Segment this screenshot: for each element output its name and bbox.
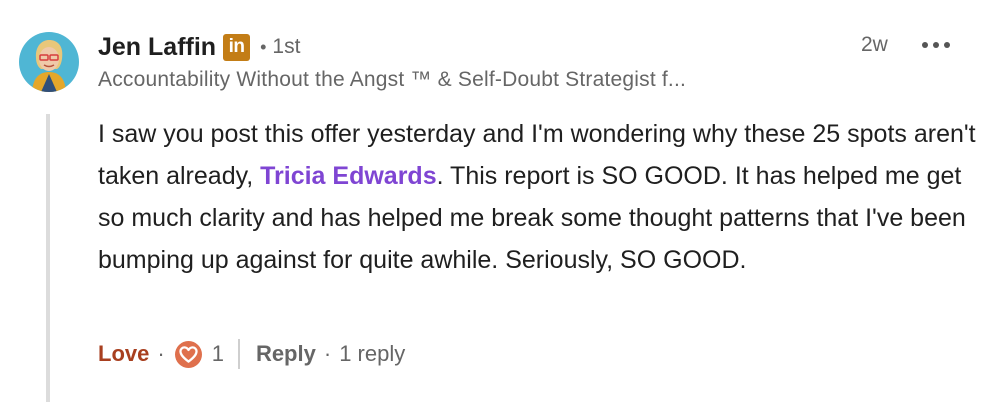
comment: Jen Laffin in • 1st Accountability Witho… — [0, 0, 992, 402]
timestamp: 2w — [861, 33, 888, 56]
author-headline: Accountability Without the Angst ™ & Sel… — [98, 68, 687, 91]
more-horizontal-icon — [922, 42, 950, 48]
separator-dot: · — [157, 341, 165, 366]
action-divider — [237, 339, 240, 369]
heart-icon — [179, 345, 198, 363]
comment-actions: Love · 1 Reply · 1 reply — [98, 336, 405, 372]
separator-dot: · — [323, 341, 332, 366]
more-options-button[interactable] — [916, 30, 956, 60]
author-row: Jen Laffin in • 1st — [98, 30, 300, 64]
degree-separator: • — [260, 36, 267, 57]
thread-line — [46, 114, 50, 402]
avatar-image — [19, 32, 79, 92]
avatar[interactable] — [19, 32, 79, 92]
reply-button[interactable]: Reply — [256, 341, 316, 367]
comment-body: I saw you post this offer yesterday and … — [98, 113, 978, 281]
connection-degree: 1st — [272, 35, 301, 58]
author-name[interactable]: Jen Laffin — [98, 33, 216, 62]
reply-count-link[interactable]: 1 reply — [339, 341, 405, 367]
mention-link[interactable]: Tricia Edwards — [260, 162, 436, 190]
love-heart-icon[interactable] — [174, 340, 202, 368]
love-reaction-button[interactable]: Love — [98, 341, 149, 367]
linkedin-icon[interactable]: in — [223, 33, 251, 61]
reaction-count[interactable]: 1 — [212, 341, 224, 367]
